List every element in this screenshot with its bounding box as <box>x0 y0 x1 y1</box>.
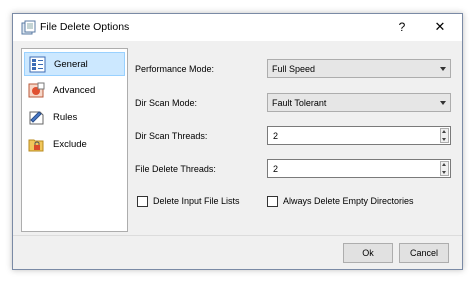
sidebar-item-label: Advanced <box>53 85 96 96</box>
sidebar-item-general[interactable]: General <box>24 52 125 76</box>
file-delete-threads-stepper[interactable]: 2 <box>267 159 451 178</box>
dir-scan-mode-select[interactable]: Fault Tolerant <box>267 93 451 112</box>
exclude-lock-icon <box>28 139 44 152</box>
chevron-down-icon <box>440 67 446 71</box>
ok-button[interactable]: Ok <box>343 243 393 263</box>
sidebar-item-label: General <box>54 59 88 70</box>
delete-input-file-lists-checkbox[interactable] <box>137 196 148 207</box>
window-title: File Delete Options <box>40 21 130 33</box>
dir-scan-mode-value: Fault Tolerant <box>272 98 327 108</box>
app-icon <box>21 20 36 35</box>
close-button[interactable]: ✕ <box>431 18 449 36</box>
always-delete-empty-dirs-checkbox[interactable] <box>267 196 278 207</box>
file-delete-threads-value: 2 <box>273 164 279 174</box>
general-settings-icon <box>29 56 46 73</box>
file-delete-options-dialog: File Delete Options ? ✕ General Advanced <box>12 13 463 270</box>
increment-arrow-icon[interactable] <box>442 163 446 166</box>
dir-scan-mode-label: Dir Scan Mode: <box>135 98 198 108</box>
sidebar-item-advanced[interactable]: Advanced <box>24 79 125 103</box>
cancel-button[interactable]: Cancel <box>399 243 449 263</box>
sidebar-item-label: Rules <box>53 112 78 123</box>
sidebar-item-exclude[interactable]: Exclude <box>24 133 125 157</box>
file-delete-threads-label: File Delete Threads: <box>135 164 216 174</box>
chevron-down-icon <box>440 101 446 105</box>
dir-scan-threads-stepper[interactable]: 2 <box>267 126 451 145</box>
sidebar-item-label: Exclude <box>53 139 87 150</box>
dir-scan-threads-label: Dir Scan Threads: <box>135 131 208 141</box>
decrement-arrow-icon[interactable] <box>442 171 446 174</box>
performance-mode-value: Full Speed <box>272 64 316 74</box>
delete-input-file-lists-label[interactable]: Delete Input File Lists <box>153 196 240 206</box>
spin-buttons[interactable] <box>440 161 449 176</box>
rules-icon <box>29 111 44 125</box>
help-button[interactable]: ? <box>393 18 411 36</box>
always-delete-empty-dirs-label[interactable]: Always Delete Empty Directories <box>283 196 414 206</box>
performance-mode-select[interactable]: Full Speed <box>267 59 451 78</box>
spin-buttons[interactable] <box>440 128 449 143</box>
dir-scan-threads-value: 2 <box>273 131 279 141</box>
options-category-list: General Advanced Rules Exclude <box>21 48 128 232</box>
decrement-arrow-icon[interactable] <box>442 138 446 141</box>
performance-mode-label: Performance Mode: <box>135 64 215 74</box>
increment-arrow-icon[interactable] <box>442 130 446 133</box>
advanced-settings-icon <box>28 82 45 98</box>
sidebar-item-rules[interactable]: Rules <box>24 106 125 130</box>
dialog-footer: Ok Cancel <box>13 235 462 269</box>
title-bar[interactable]: File Delete Options ? ✕ <box>13 14 462 41</box>
